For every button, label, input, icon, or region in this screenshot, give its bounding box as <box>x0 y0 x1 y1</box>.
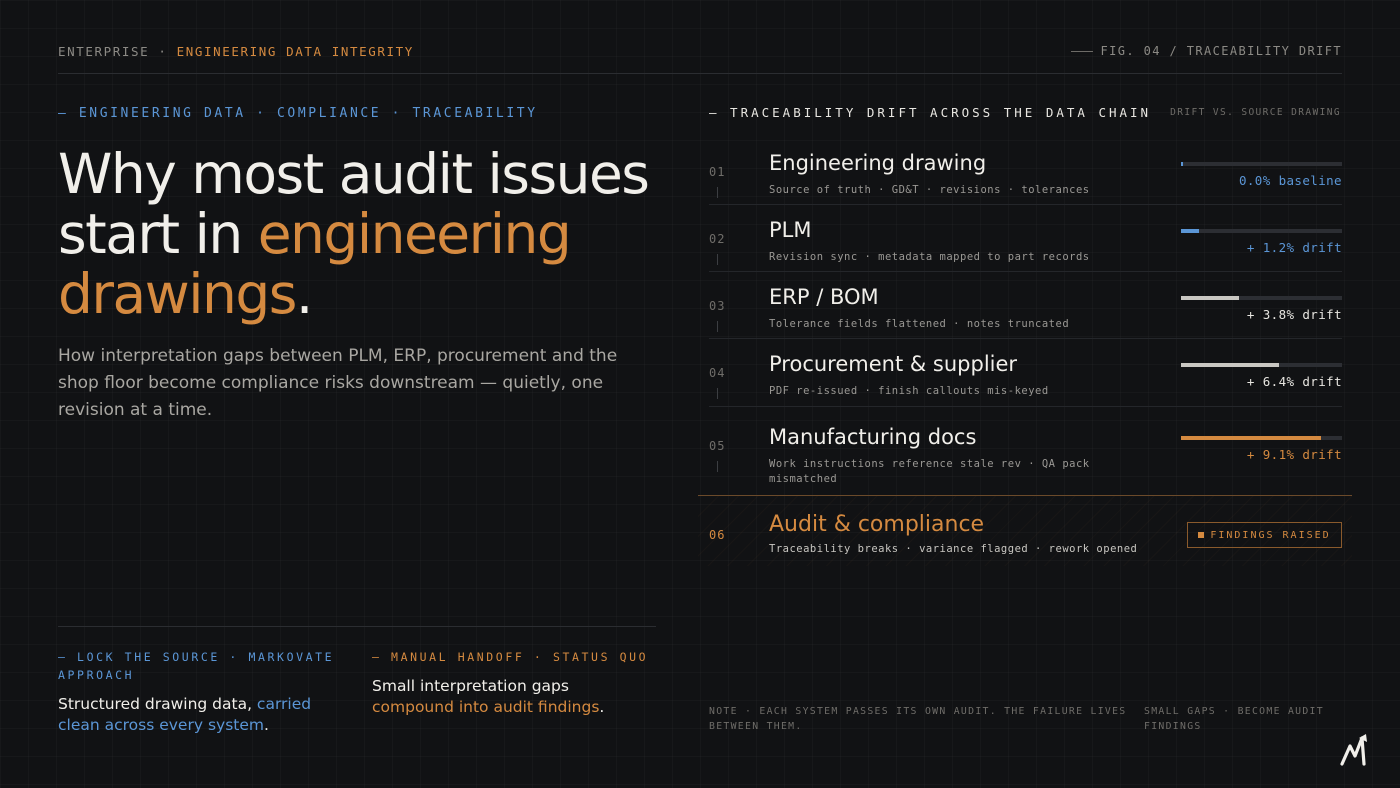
row-detail: Tolerance fields flattened · notes trunc… <box>769 318 1070 330</box>
drift-bar-fill <box>1181 229 1200 233</box>
row-name: PLM <box>769 218 812 242</box>
section-label-prefix: ENTERPRISE · <box>58 44 177 59</box>
row-number: 04 <box>709 366 726 380</box>
row-number: 02 <box>709 232 726 246</box>
headline: Why most audit issues start in engineeri… <box>58 144 658 324</box>
lede: How interpretation gaps between PLM, ERP… <box>58 346 618 420</box>
final-row-divider <box>698 495 1352 496</box>
row-name: Procurement & supplier <box>769 352 1018 376</box>
row-tick <box>717 461 718 472</box>
row-number: 03 <box>709 299 726 313</box>
final-row-name: Audit & compliance <box>769 512 985 537</box>
badge-square-icon <box>1198 532 1205 538</box>
row-detail: Revision sync · metadata mapped to part … <box>769 251 1090 263</box>
row-number: 01 <box>709 165 726 179</box>
final-row-detail: Traceability breaks · variance flagged ·… <box>769 543 1138 555</box>
drift-bar <box>1181 162 1342 166</box>
drift-bar <box>1181 363 1342 367</box>
drift-value: + 1.2% drift <box>1246 240 1342 255</box>
divider <box>58 626 656 627</box>
badge-label: FINDINGS RAISED <box>1210 529 1331 541</box>
figure-dash <box>1070 50 1093 52</box>
row-name: Manufacturing docs <box>769 425 977 449</box>
chain-subtitle: DRIFT VS. SOURCE DRAWING <box>1170 107 1341 118</box>
headline-end: . <box>295 262 313 326</box>
row-tick <box>717 254 718 265</box>
drift-value: 0.0% baseline <box>1238 173 1342 188</box>
status-quo-body-text: Small interpretation gaps <box>372 677 569 695</box>
approach-kicker: — LOCK THE SOURCE · MARKOVATE APPROACH <box>58 650 335 682</box>
chain-row: 01 Engineering drawing Source of truth ·… <box>709 151 1342 205</box>
approach-body: Structured drawing data, carried clean a… <box>58 694 348 736</box>
top-bar: ENTERPRISE · ENGINEERING DATA INTEGRITY … <box>58 44 1342 74</box>
drift-bar-fill <box>1181 436 1321 440</box>
status-quo-body-accent: compound into audit findings <box>372 698 600 716</box>
section-label-accent: ENGINEERING DATA INTEGRITY <box>176 44 414 59</box>
findings-badge: FINDINGS RAISED <box>1187 522 1342 548</box>
status-quo-body: Small interpretation gaps compound into … <box>372 676 652 718</box>
row-tick <box>717 388 718 399</box>
row-number: 05 <box>709 439 726 453</box>
row-name: ERP / BOM <box>769 285 879 309</box>
row-tick <box>717 321 718 332</box>
drift-bar-fill <box>1181 363 1280 367</box>
chain-row: 02 PLM Revision sync · metadata mapped t… <box>709 218 1342 272</box>
hero-kicker: — ENGINEERING DATA · COMPLIANCE · TRACEA… <box>58 106 538 121</box>
chain-row: 05 Manufacturing docs Work instructions … <box>709 425 1342 491</box>
status-quo-body-end: . <box>599 698 605 716</box>
chain-row: 03 ERP / BOM Tolerance fields flattened … <box>709 285 1342 339</box>
brand-logo-icon <box>1340 734 1367 766</box>
row-detail: Work instructions reference stale rev · … <box>769 458 1090 485</box>
drift-bar <box>1181 296 1342 300</box>
row-detail: Source of truth · GD&T · revisions · tol… <box>769 184 1090 196</box>
approach-body-text: Structured drawing data, <box>58 695 257 713</box>
note-right: SMALL GAPS · BECOME AUDIT FINDINGS <box>1144 706 1324 732</box>
final-row-number: 06 <box>709 528 726 542</box>
drift-bar <box>1181 229 1342 233</box>
section-label: ENTERPRISE · ENGINEERING DATA INTEGRITY <box>58 44 414 59</box>
figure-label-text: FIG. 04 / TRACEABILITY DRIFT <box>1100 44 1342 58</box>
drift-value: + 6.4% drift <box>1246 374 1342 389</box>
chain-row: 04 Procurement & supplier PDF re-issued … <box>709 352 1342 407</box>
status-quo-kicker: — MANUAL HANDOFF · STATUS QUO <box>372 650 649 664</box>
note-left: NOTE · EACH SYSTEM PASSES ITS OWN AUDIT.… <box>709 706 1127 732</box>
approach-body-end: . <box>263 716 269 734</box>
drift-bar-fill <box>1181 296 1240 300</box>
row-name: Engineering drawing <box>769 151 987 175</box>
row-tick <box>717 187 718 198</box>
chain-title: — TRACEABILITY DRIFT ACROSS THE DATA CHA… <box>709 105 1152 120</box>
figure-label: FIG. 04 / TRACEABILITY DRIFT <box>1070 44 1343 58</box>
drift-value: + 3.8% drift <box>1246 307 1342 322</box>
drift-bar <box>1181 436 1342 440</box>
row-detail: PDF re-issued · finish callouts mis-keye… <box>769 385 1049 397</box>
drift-value: + 9.1% drift <box>1246 447 1342 462</box>
drift-bar-fill <box>1181 162 1184 166</box>
